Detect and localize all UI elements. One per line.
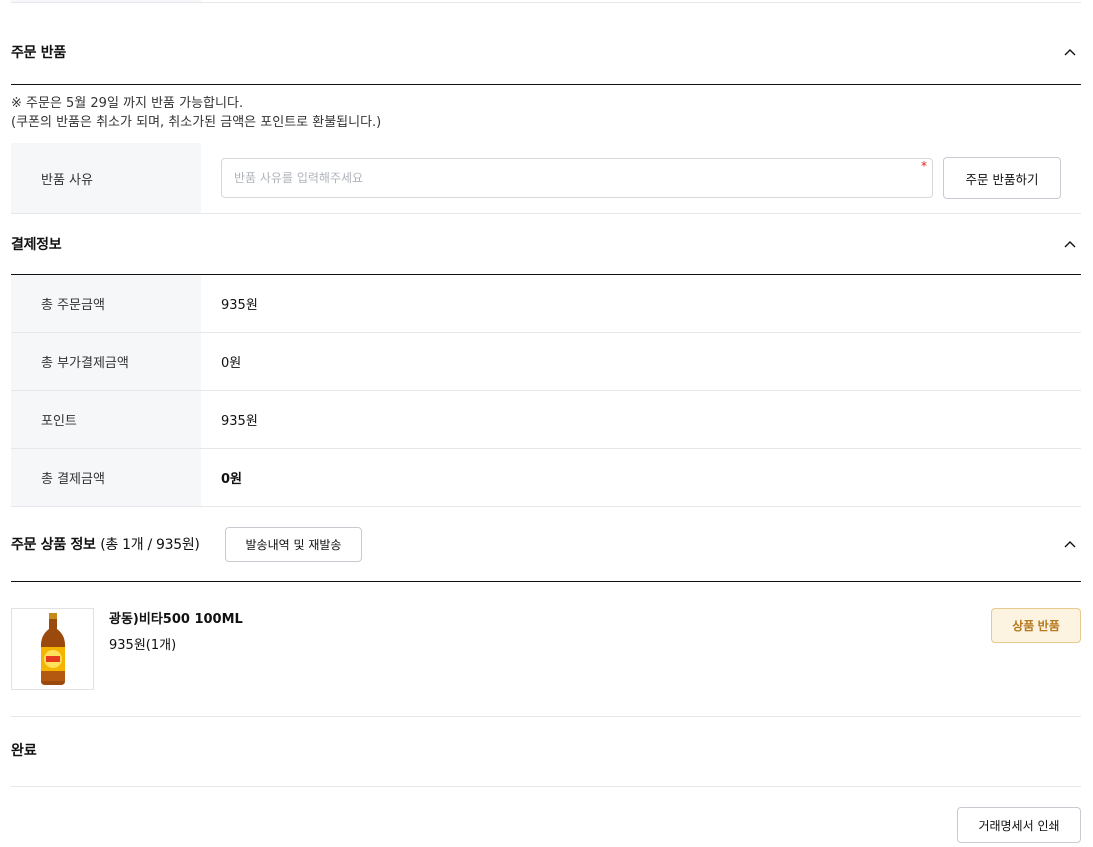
return-reason-label: 반품 사유 xyxy=(11,143,201,213)
return-notice: ※ 주문은 5월 29일 까지 반품 가능합니다. (쿠폰의 반품은 취소가 되… xyxy=(11,94,381,132)
order-detail-page: 주문 반품 ※ 주문은 5월 29일 까지 반품 가능합니다. (쿠폰의 반품은… xyxy=(0,0,1093,847)
payment-row-label: 총 부가결제금액 xyxy=(11,333,201,390)
product-section-summary: (총 1개 / 935원) xyxy=(100,537,200,553)
payment-row-value: 0원 xyxy=(221,356,242,371)
product-return-button[interactable]: 상품 반품 xyxy=(991,608,1081,643)
status-divider xyxy=(11,786,1081,787)
payment-row-total-paid: 총 결제금액 0원 xyxy=(11,449,1081,507)
product-name[interactable]: 광동)비타500 100ML xyxy=(109,608,243,627)
payment-row-label: 포인트 xyxy=(11,391,201,448)
return-reason-field[interactable]: * xyxy=(221,158,933,198)
payment-row-value: 935원 xyxy=(221,298,258,313)
chevron-up-icon[interactable] xyxy=(1061,535,1079,553)
return-section-header[interactable]: 주문 반품 xyxy=(11,20,1081,85)
product-section-title-text: 주문 상품 정보 xyxy=(11,537,96,553)
previous-label-cell xyxy=(11,0,201,2)
payment-row-total-order: 총 주문금액 935원 xyxy=(11,275,1081,333)
product-section-header[interactable]: 주문 상품 정보 (총 1개 / 935원) xyxy=(11,507,1081,582)
product-section-title: 주문 상품 정보 (총 1개 / 935원) xyxy=(11,534,200,554)
payment-row-value: 935원 xyxy=(221,414,258,429)
return-reason-input[interactable] xyxy=(222,159,932,197)
previous-section-bottom xyxy=(11,0,1081,3)
payment-section-title: 결제정보 xyxy=(11,237,62,253)
required-mark: * xyxy=(921,159,927,173)
product-price: 935원(1개) xyxy=(109,638,177,653)
chevron-up-icon[interactable] xyxy=(1061,235,1079,253)
payment-row-label: 총 결제금액 xyxy=(11,449,201,506)
chevron-up-icon[interactable] xyxy=(1061,43,1079,61)
product-divider xyxy=(11,716,1081,717)
payment-row-points: 포인트 935원 xyxy=(11,391,1081,449)
product-thumbnail[interactable] xyxy=(11,608,94,690)
submit-return-button[interactable]: 주문 반품하기 xyxy=(943,157,1061,199)
payment-row-value: 0원 xyxy=(221,472,243,487)
payment-section-header[interactable]: 결제정보 xyxy=(11,214,1081,275)
payment-row-additional: 총 부가결제금액 0원 xyxy=(11,333,1081,391)
vita500-bottle-image xyxy=(40,613,65,685)
return-notice-line1: ※ 주문은 5월 29일 까지 반품 가능합니다. xyxy=(11,96,244,111)
return-notice-line2: (쿠폰의 반품은 취소가 되며, 취소가된 금액은 포인트로 환불됩니다.) xyxy=(11,115,382,130)
return-section-title: 주문 반품 xyxy=(11,45,66,61)
print-invoice-button[interactable]: 거래명세서 인쇄 xyxy=(957,807,1081,843)
payment-row-label: 총 주문금액 xyxy=(11,275,201,332)
shipping-history-button[interactable]: 발송내역 및 재발송 xyxy=(225,527,362,562)
order-status-label: 완료 xyxy=(11,743,37,759)
